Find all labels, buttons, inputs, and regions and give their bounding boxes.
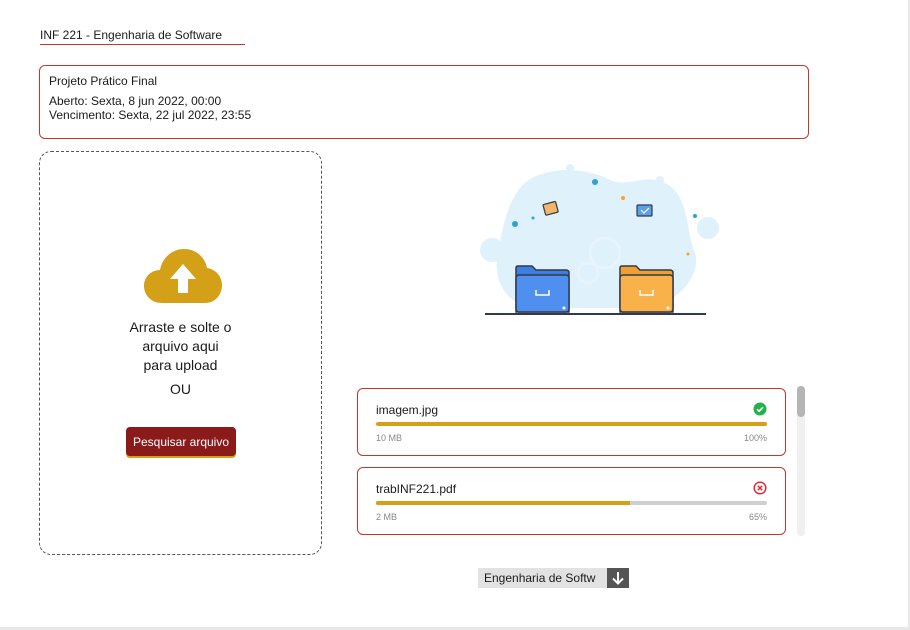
x-circle-icon[interactable] — [753, 481, 767, 495]
file-name: imagem.jpg — [376, 403, 439, 417]
file-size: 10 MB — [376, 433, 403, 443]
file-name: trabINF221.pdf — [376, 482, 457, 496]
assignment-name: Projeto Prático Final — [49, 74, 158, 88]
folders-illustration — [480, 164, 719, 315]
browse-file-button[interactable]: Pesquisar arquivo — [126, 427, 236, 456]
or-separator: OU — [170, 381, 191, 397]
arrow-down-icon[interactable] — [607, 568, 629, 588]
check-circle-icon — [753, 402, 767, 416]
file-dropzone[interactable]: Arraste e solte o arquivo aqui para uplo… — [39, 151, 322, 555]
course-title[interactable]: INF 221 - Engenharia de Software — [40, 28, 245, 45]
drop-instruction: Arraste e solte o arquivo aqui para uplo… — [129, 319, 232, 373]
course-select-value: Engenharia de Softw — [484, 571, 596, 585]
upload-progress-fill — [376, 422, 767, 426]
course-select-dropdown[interactable]: Engenharia de Softw — [478, 568, 629, 588]
scrollbar-thumb[interactable] — [797, 386, 805, 417]
upload-progress-bar — [376, 422, 767, 426]
file-size: 2 MB — [376, 512, 398, 522]
upload-progress-percent: 65% — [748, 512, 767, 522]
upload-file-item[interactable]: imagem.jpg 10 MB 100% — [357, 388, 786, 456]
upload-progress-fill — [376, 501, 631, 505]
upload-progress-percent: 100% — [743, 433, 767, 443]
file-list-scrollbar[interactable] — [797, 386, 805, 536]
upload-progress-bar — [376, 501, 767, 505]
upload-file-item[interactable]: trabINF221.pdf 2 MB 65% — [357, 467, 786, 535]
assignment-opened-date: Aberto: Sexta, 8 jun 2022, 00:00 — [49, 94, 222, 108]
cloud-upload-icon — [144, 249, 222, 303]
assignment-due-date: Vencimento: Sexta, 22 jul 2022, 23:55 — [49, 108, 252, 122]
assignment-info-box: Projeto Prático Final Aberto: Sexta, 8 j… — [39, 65, 809, 139]
